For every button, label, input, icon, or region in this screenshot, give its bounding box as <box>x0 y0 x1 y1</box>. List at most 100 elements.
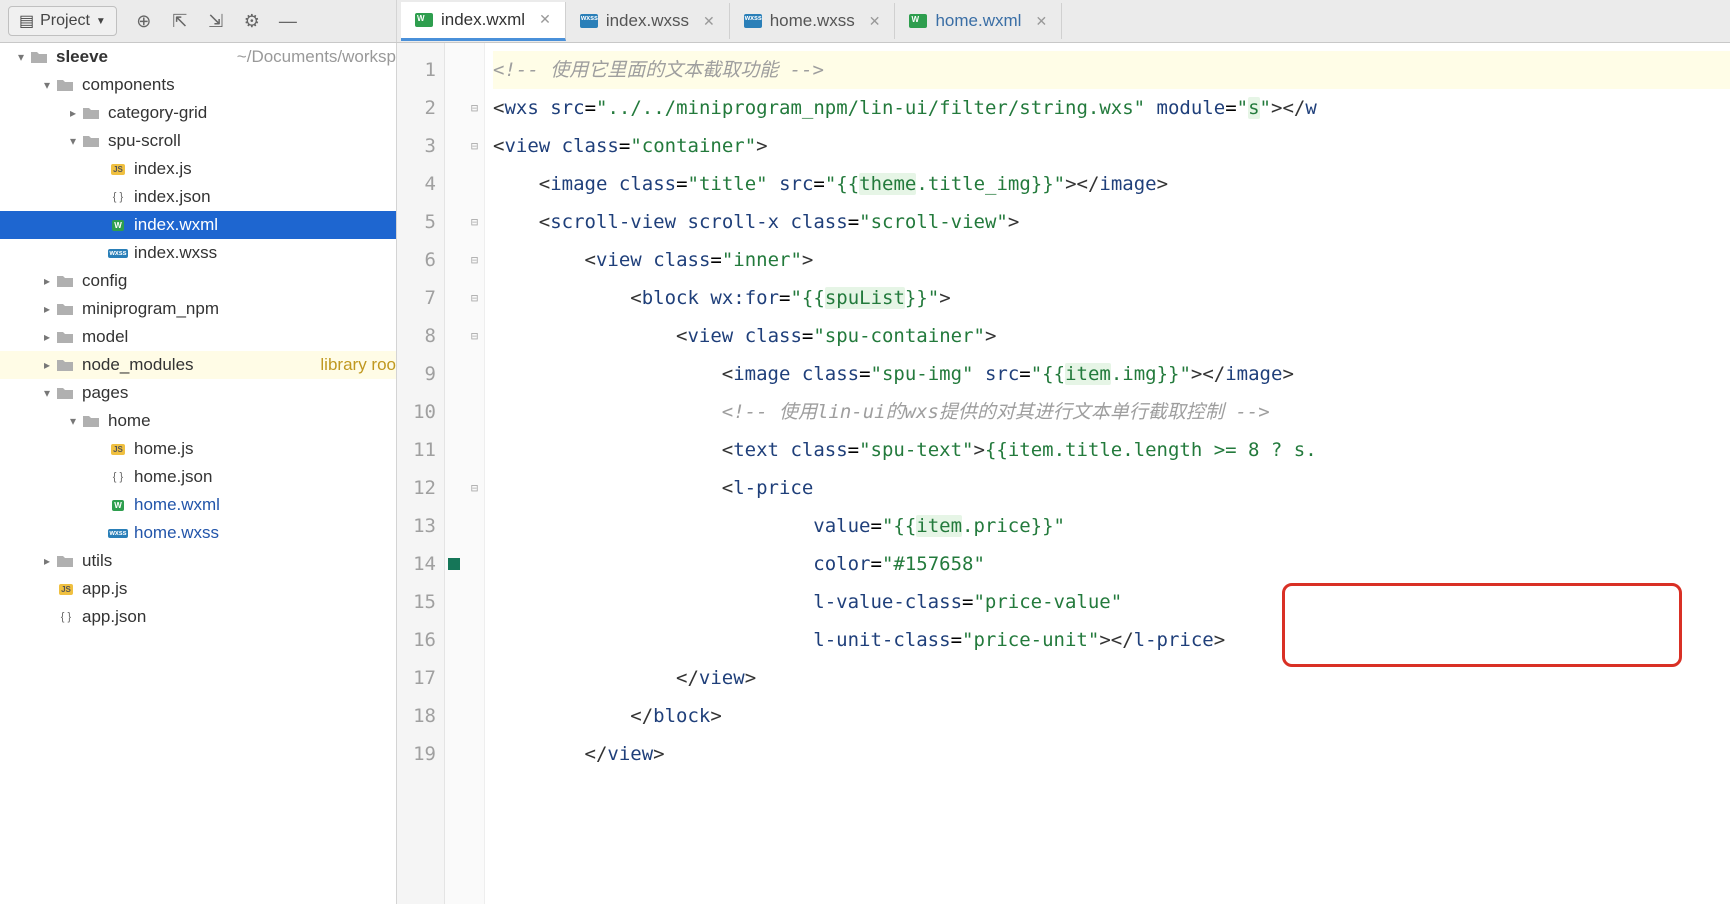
caret-down-icon: ▼ <box>96 16 106 27</box>
code-line[interactable]: <text class="spu-text">{{item.title.leng… <box>493 431 1730 469</box>
close-icon[interactable]: ✕ <box>703 13 715 30</box>
chevron-right-icon[interactable]: ▸ <box>38 274 56 288</box>
tree-folder-miniprogram_npm[interactable]: ▸ miniprogram_npm <box>0 295 396 323</box>
fold-toggle[interactable]: ⊟ <box>465 279 484 317</box>
tree-file-app-js[interactable]: JSapp.js <box>0 575 396 603</box>
tab-home-wxml[interactable]: W home.wxml ✕ <box>895 3 1062 39</box>
tree-label: app.js <box>82 579 396 599</box>
code-content[interactable]: <!-- 使用它里面的文本截取功能 --><wxs src="../../min… <box>485 43 1730 904</box>
gear-icon[interactable]: ⚙ <box>241 10 263 32</box>
code-line[interactable]: <image class="spu-img" src="{{item.img}}… <box>493 355 1730 393</box>
tree-label: index.json <box>134 187 396 207</box>
tree-folder-components[interactable]: ▾components <box>0 71 396 99</box>
tree-folder-home[interactable]: ▾home <box>0 407 396 435</box>
tree-label: home.json <box>134 467 396 487</box>
code-line[interactable]: <image class="title" src="{{theme.title_… <box>493 165 1730 203</box>
tree-file-home-wxss[interactable]: wxss home.wxss <box>0 519 396 547</box>
tree-folder-node_modules[interactable]: ▸node_moduleslibrary roo <box>0 351 396 379</box>
fold-toggle[interactable]: ⊟ <box>465 127 484 165</box>
code-line[interactable]: </block> <box>493 697 1730 735</box>
fold-toggle[interactable]: ⊟ <box>465 203 484 241</box>
close-icon[interactable]: ✕ <box>1035 13 1047 30</box>
wxml-file-icon: W <box>415 13 433 27</box>
tree-folder-pages[interactable]: ▾pages <box>0 379 396 407</box>
code-line[interactable]: </view> <box>493 735 1730 773</box>
tree-folder-config[interactable]: ▸config <box>0 267 396 295</box>
code-line[interactable]: <view class="spu-container"> <box>493 317 1730 355</box>
tree-file-home-json[interactable]: { }home.json <box>0 463 396 491</box>
tree-label: index.wxss <box>134 243 396 263</box>
tab-index-wxss[interactable]: wxss index.wxss ✕ <box>566 3 730 39</box>
collapse-icon[interactable]: ⇱ <box>169 10 191 32</box>
tab-index-wxml[interactable]: W index.wxml ✕ <box>401 2 566 41</box>
wxss-file-icon: wxss <box>108 525 128 541</box>
chevron-down-icon[interactable]: ▾ <box>38 78 56 92</box>
tree-label: miniprogram_npm <box>82 299 396 319</box>
wxss-file-icon: wxss <box>580 14 598 28</box>
code-line[interactable]: <block wx:for="{{spuList}}"> <box>493 279 1730 317</box>
project-tree: ▾ sleeve ~/Documents/worksp ▾components▸… <box>0 43 397 904</box>
chevron-right-icon[interactable]: ▸ <box>38 554 56 568</box>
code-editor[interactable]: 12345678910111213141516171819 ⊟⊟⊟⊟⊟⊟⊟ <!… <box>397 43 1730 904</box>
tree-file-index-wxml[interactable]: Windex.wxml <box>0 211 396 239</box>
close-icon[interactable]: ✕ <box>539 11 551 28</box>
code-line[interactable]: l-unit-class="price-unit"></l-price> <box>493 621 1730 659</box>
tree-file-index-json[interactable]: { }index.json <box>0 183 396 211</box>
close-icon[interactable]: ✕ <box>869 13 881 30</box>
tree-folder-utils[interactable]: ▸utils <box>0 547 396 575</box>
chevron-down-icon[interactable]: ▾ <box>12 50 30 64</box>
chevron-down-icon[interactable]: ▾ <box>64 414 82 428</box>
tree-file-app-json[interactable]: { }app.json <box>0 603 396 631</box>
target-icon[interactable]: ⊕ <box>133 10 155 32</box>
chevron-right-icon[interactable]: ▸ <box>38 330 56 344</box>
chevron-right-icon[interactable]: ▸ <box>64 106 82 120</box>
code-line[interactable]: <l-price <box>493 469 1730 507</box>
expand-icon[interactable]: ⇲ <box>205 10 227 32</box>
code-line[interactable]: <!-- 使用lin-ui的wxs提供的对其进行文本单行截取控制 --> <box>493 393 1730 431</box>
line-number: 7 <box>397 279 436 317</box>
tree-file-home-wxml[interactable]: Whome.wxml <box>0 491 396 519</box>
line-number: 17 <box>397 659 436 697</box>
tree-hint: ~/Documents/worksp <box>237 47 396 67</box>
tree-label: category-grid <box>108 103 396 123</box>
chevron-down-icon[interactable]: ▾ <box>38 386 56 400</box>
folder-icon <box>30 49 50 65</box>
fold-toggle[interactable]: ⊟ <box>465 89 484 127</box>
fold-column: ⊟⊟⊟⊟⊟⊟⊟ <box>465 43 485 904</box>
folder-icon <box>56 329 76 345</box>
line-number: 15 <box>397 583 436 621</box>
tree-folder-model[interactable]: ▸model <box>0 323 396 351</box>
code-line[interactable]: value="{{item.price}}" <box>493 507 1730 545</box>
code-line[interactable]: </view> <box>493 659 1730 697</box>
code-line[interactable]: color="#157658" <box>493 545 1730 583</box>
fold-toggle[interactable]: ⊟ <box>465 317 484 355</box>
chevron-right-icon[interactable]: ▸ <box>38 302 56 316</box>
tree-label: home.wxss <box>134 523 396 543</box>
project-icon: ▤ <box>19 11 34 31</box>
code-line[interactable]: l-value-class="price-value" <box>493 583 1730 621</box>
code-line[interactable]: <view class="container"> <box>493 127 1730 165</box>
tree-hint: library roo <box>320 355 396 375</box>
project-dropdown[interactable]: ▤ Project ▼ <box>8 6 117 36</box>
tree-file-home-js[interactable]: JShome.js <box>0 435 396 463</box>
chevron-right-icon[interactable]: ▸ <box>38 358 56 372</box>
tab-home-wxss[interactable]: wxss home.wxss ✕ <box>730 3 896 39</box>
line-number: 12 <box>397 469 436 507</box>
tree-file-index-wxss[interactable]: wxssindex.wxss <box>0 239 396 267</box>
tree-label: sleeve <box>56 47 231 67</box>
fold-toggle[interactable]: ⊟ <box>465 241 484 279</box>
code-line[interactable]: <wxs src="../../miniprogram_npm/lin-ui/f… <box>493 89 1730 127</box>
code-line[interactable]: <scroll-view scroll-x class="scroll-view… <box>493 203 1730 241</box>
tree-folder-spu-scroll[interactable]: ▾ spu-scroll <box>0 127 396 155</box>
code-line[interactable]: <view class="inner"> <box>493 241 1730 279</box>
minimize-icon[interactable]: — <box>277 10 299 32</box>
tree-file-index-js[interactable]: JSindex.js <box>0 155 396 183</box>
code-line[interactable]: <!-- 使用它里面的文本截取功能 --> <box>493 51 1730 89</box>
tree-label: spu-scroll <box>108 131 396 151</box>
fold-toggle[interactable]: ⊟ <box>465 469 484 507</box>
line-gutter: 12345678910111213141516171819 <box>397 43 445 904</box>
tree-folder-category-grid[interactable]: ▸ category-grid <box>0 99 396 127</box>
tree-root[interactable]: ▾ sleeve ~/Documents/worksp <box>0 43 396 71</box>
chevron-down-icon[interactable]: ▾ <box>64 134 82 148</box>
line-number: 11 <box>397 431 436 469</box>
